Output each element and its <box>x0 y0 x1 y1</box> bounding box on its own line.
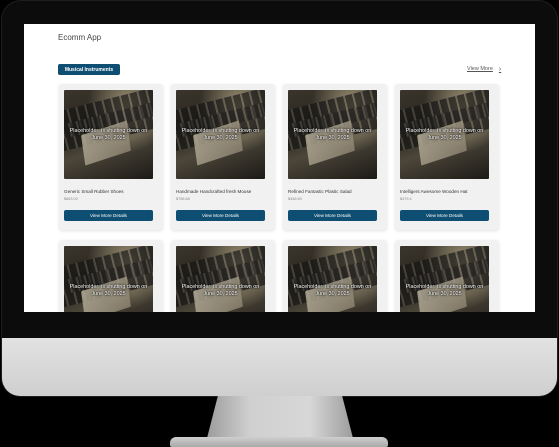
view-more-details-button[interactable]: View More Details <box>288 210 377 221</box>
view-more-details-button[interactable]: View More Details <box>64 210 153 221</box>
product-card[interactable]: Placeholder: is shutting down on June 30… <box>395 240 499 312</box>
view-more-details-button[interactable]: View More Details <box>400 210 489 221</box>
monitor-chin <box>2 338 557 396</box>
product-image: Placeholder: is shutting down on June 30… <box>288 90 377 179</box>
image-notice-text: Placeholder: is shutting down on June 30… <box>181 128 260 141</box>
image-notice-text: Placeholder: is shutting down on June 30… <box>181 284 260 297</box>
monitor-stand-neck <box>206 396 354 442</box>
view-more-label: View More <box>467 66 493 72</box>
product-price: $346.69 <box>288 197 302 201</box>
product-image: Placeholder: is shutting down on June 30… <box>176 246 265 312</box>
image-notice-text: Placeholder: is shutting down on June 30… <box>405 284 484 297</box>
product-card[interactable]: Placeholder: is shutting down on June 30… <box>395 84 499 230</box>
product-image: Placeholder: is shutting down on June 30… <box>288 246 377 312</box>
monitor: Ecomm App Musical Instruments View More … <box>0 0 559 447</box>
monitor-stand-base <box>170 437 388 447</box>
image-notice-text: Placeholder: is shutting down on June 30… <box>69 128 148 141</box>
product-card[interactable]: Placeholder: is shutting down on June 30… <box>171 240 275 312</box>
product-price: $663.00 <box>64 197 78 201</box>
product-image: Placeholder: is shutting down on June 30… <box>64 90 153 179</box>
product-image: Placeholder: is shutting down on June 30… <box>400 246 489 312</box>
app-screen: Ecomm App Musical Instruments View More … <box>24 24 535 312</box>
image-notice-text: Placeholder: is shutting down on June 30… <box>293 128 372 141</box>
product-name: Intelligent Awesome Wooden Hat <box>400 189 468 194</box>
app-title: Ecomm App <box>58 33 102 42</box>
product-card[interactable]: Placeholder: is shutting down on June 30… <box>283 84 387 230</box>
product-image: Placeholder: is shutting down on June 30… <box>176 90 265 179</box>
image-notice-text: Placeholder: is shutting down on June 30… <box>293 284 372 297</box>
view-more-link[interactable]: View More › <box>467 64 501 74</box>
product-price: $479.4 <box>400 197 412 201</box>
view-more-details-button[interactable]: View More Details <box>176 210 265 221</box>
product-price: $758.68 <box>176 197 190 201</box>
product-name: Refined Fantastic Plastic Salad <box>288 189 352 194</box>
product-card[interactable]: Placeholder: is shutting down on June 30… <box>171 84 275 230</box>
product-grid: Placeholder: is shutting down on June 30… <box>59 84 499 312</box>
image-notice-text: Placeholder: is shutting down on June 30… <box>405 128 484 141</box>
product-card[interactable]: Placeholder: is shutting down on June 30… <box>59 84 163 230</box>
product-name: Generic Small Rubber Shoes <box>64 189 124 194</box>
chevron-right-icon: › <box>498 65 502 73</box>
product-name: Handmade Handcrafted fresh Mouse <box>176 189 252 194</box>
product-card[interactable]: Placeholder: is shutting down on June 30… <box>59 240 163 312</box>
image-notice-text: Placeholder: is shutting down on June 30… <box>69 284 148 297</box>
product-image: Placeholder: is shutting down on June 30… <box>64 246 153 312</box>
category-button[interactable]: Musical Instruments <box>58 64 120 75</box>
product-card[interactable]: Placeholder: is shutting down on June 30… <box>283 240 387 312</box>
product-image: Placeholder: is shutting down on June 30… <box>400 90 489 179</box>
